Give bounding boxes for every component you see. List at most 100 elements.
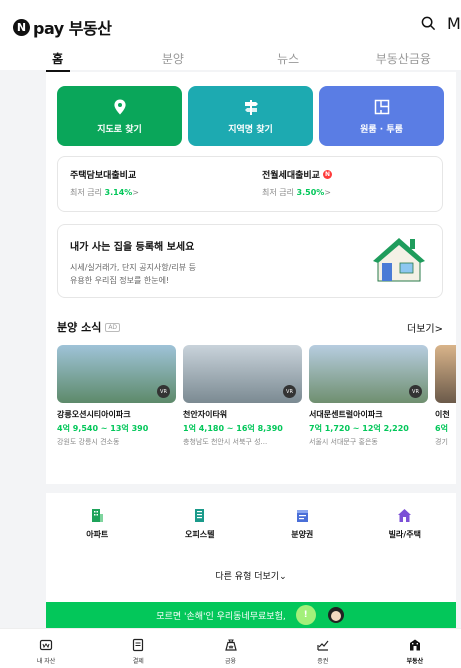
- character-icon: [327, 607, 344, 623]
- nav-payment[interactable]: 결제: [92, 629, 184, 668]
- more-types-label: 다른 유형 더보기: [215, 572, 280, 582]
- nav-real-estate-label: 부동산: [406, 658, 424, 665]
- brand-title: pay 부동산: [33, 19, 112, 38]
- chevron-right-icon: >: [324, 188, 331, 197]
- jeonse-loan-compare[interactable]: 전월세대출비교 N 최저 금리 3.50%>: [250, 157, 442, 211]
- oneroom-search-button[interactable]: 원룸 · 투룸: [319, 86, 444, 146]
- brand-logo[interactable]: N pay 부동산: [13, 15, 112, 39]
- tab-presale[interactable]: 분양: [115, 50, 230, 72]
- map-search-button[interactable]: 지도로 찾기: [57, 86, 182, 146]
- presale-card-image: VR: [183, 345, 302, 403]
- vr-icon[interactable]: VR: [283, 385, 296, 398]
- tab-news[interactable]: 뉴스: [231, 50, 346, 72]
- type-presale-right[interactable]: 분양권: [251, 508, 354, 540]
- header: N pay 부동산 M 홈 분양 뉴스 부동산금융: [0, 0, 461, 72]
- region-search-label: 지역명 찾기: [228, 124, 273, 135]
- receipt-icon: [133, 638, 144, 652]
- type-presale-right-label: 분양권: [291, 530, 314, 539]
- nav-my-assets[interactable]: 내 자산: [0, 629, 92, 668]
- building-icon: [409, 639, 420, 651]
- presale-right-icon: [296, 510, 308, 522]
- presale-title-row: 분양 소식 AD: [57, 319, 121, 335]
- chevron-down-icon: ⌄: [279, 572, 287, 582]
- presale-news-header: 분양 소식 AD 더보기>: [57, 319, 443, 335]
- main-tabs: 홈 분양 뉴스 부동산금융: [0, 50, 461, 72]
- presale-card-price: 7억 1,720 ~ 12억 2,220: [309, 424, 409, 433]
- presale-card-price: 4억 9,540 ~ 13억 390: [57, 424, 149, 433]
- presale-card-price: 6억: [435, 424, 448, 433]
- menu-partial-label[interactable]: M: [447, 14, 461, 33]
- presale-card[interactable]: 이천 6억 경기: [435, 345, 456, 447]
- nav-finance[interactable]: 금융: [184, 629, 276, 668]
- nav-real-estate[interactable]: 부동산: [369, 629, 461, 668]
- banner-text: 모르면 '손해'인 우리동네무료보험,: [156, 611, 286, 622]
- vr-icon[interactable]: VR: [157, 385, 170, 398]
- nav-payment-label: 결제: [132, 658, 144, 665]
- stock-chart-icon: [317, 640, 329, 651]
- property-type-list: 아파트 오피스텔 분양권 빌라/주택: [46, 508, 456, 540]
- nav-stocks[interactable]: 증권: [277, 629, 369, 668]
- presale-more-link[interactable]: 더보기>: [407, 320, 443, 335]
- jeonse-title: 전월세대출비교: [262, 171, 320, 181]
- region-search-button[interactable]: 지역명 찾기: [188, 86, 313, 146]
- presale-card-list: VR 강릉오션시티아이파크 4억 9,540 ~ 13억 390 강원도 강릉시…: [57, 345, 456, 447]
- home-content: 지도로 찾기 지역명 찾기 원룸 · 투룸 주택담보대출비교 최저 금리 3.1…: [46, 72, 456, 628]
- insurance-banner[interactable]: 모르면 '손해'인 우리동네무료보험, !: [46, 602, 456, 628]
- signpost-icon: [244, 99, 258, 115]
- presale-card-address: 서울시 서대문구 홍은동: [309, 438, 378, 446]
- nav-stocks-label: 증권: [317, 658, 329, 665]
- presale-card-image: VR: [57, 345, 176, 403]
- jeonse-rate-label: 최저 금리: [262, 188, 294, 197]
- exclamation-icon: !: [295, 605, 316, 625]
- ad-badge: AD: [105, 322, 121, 332]
- type-officetel[interactable]: 오피스텔: [149, 508, 252, 540]
- more-types-link[interactable]: 다른 유형 더보기⌄: [46, 569, 456, 582]
- presale-card-price: 1억 4,180 ~ 16억 8,390: [183, 424, 283, 433]
- register-desc: 시세/실거래가, 단지 공지사항/리뷰 등 유용한 우리집 정보를 한눈에!: [70, 261, 270, 287]
- npay-logo-icon: N: [13, 18, 30, 36]
- type-officetel-label: 오피스텔: [185, 530, 215, 539]
- bottom-nav: 내 자산 결제 금융 증권 부동산: [0, 628, 461, 668]
- presale-card[interactable]: VR 강릉오션시티아이파크 4억 9,540 ~ 13억 390 강원도 강릉시…: [57, 345, 176, 447]
- type-villa[interactable]: 빌라/주택: [354, 508, 457, 540]
- apartment-icon: [91, 509, 103, 522]
- section-divider: [46, 484, 456, 493]
- type-villa-label: 빌라/주택: [388, 530, 421, 539]
- villa-icon: [398, 509, 412, 522]
- presale-card-name: 서대문센트럴아이파크: [309, 410, 383, 419]
- mortgage-title: 주택담보대출비교: [70, 171, 137, 181]
- presale-card-image: VR: [309, 345, 428, 403]
- presale-card[interactable]: VR 천안자이타워 1억 4,180 ~ 16억 8,390 충청남도 천안시 …: [183, 345, 302, 447]
- tab-finance[interactable]: 부동산금융: [346, 50, 461, 72]
- officetel-icon: [195, 509, 205, 522]
- mortgage-rate-label: 최저 금리: [70, 188, 102, 197]
- nav-my-assets-label: 내 자산: [36, 658, 56, 665]
- floorplan-icon: [374, 99, 389, 114]
- jeonse-title-row: 전월세대출비교 N: [262, 168, 430, 181]
- presale-card-image: [435, 345, 456, 403]
- presale-card-address: 강원도 강릉시 견소동: [57, 438, 120, 446]
- mortgage-rate: 최저 금리 3.14%>: [70, 187, 238, 198]
- map-pin-icon: [113, 99, 126, 114]
- presale-card-name: 이천: [435, 410, 450, 419]
- presale-card-address: 충청남도 천안시 서북구 성...: [183, 438, 268, 446]
- house-icon: [373, 238, 425, 282]
- loan-compare-box: 주택담보대출비교 최저 금리 3.14%> 전월세대출비교 N 최저 금리 3.…: [57, 156, 443, 212]
- type-apartment[interactable]: 아파트: [46, 508, 149, 540]
- type-apartment-label: 아파트: [86, 530, 109, 539]
- presale-card-address: 경기: [435, 438, 448, 446]
- oneroom-search-label: 원룸 · 투룸: [360, 124, 403, 135]
- vr-icon[interactable]: VR: [409, 385, 422, 398]
- register-desc-line2: 유용한 우리집 정보를 한눈에!: [70, 276, 170, 285]
- mortgage-rate-value: 3.14%: [104, 188, 133, 197]
- mortgage-compare[interactable]: 주택담보대출비교 최저 금리 3.14%>: [58, 157, 250, 211]
- nav-finance-label: 금융: [224, 658, 237, 665]
- jeonse-rate-value: 3.50%: [296, 188, 325, 197]
- register-desc-line1: 시세/실거래가, 단지 공지사항/리뷰 등: [70, 263, 196, 272]
- tab-home[interactable]: 홈: [0, 50, 115, 72]
- money-bag-icon: [224, 639, 237, 651]
- register-home-card[interactable]: 내가 사는 집을 등록해 보세요 시세/실거래가, 단지 공지사항/리뷰 등 유…: [57, 224, 443, 298]
- search-icon[interactable]: [421, 16, 436, 31]
- chevron-right-icon: >: [132, 188, 139, 197]
- presale-card[interactable]: VR 서대문센트럴아이파크 7억 1,720 ~ 12억 2,220 서울시 서…: [309, 345, 428, 447]
